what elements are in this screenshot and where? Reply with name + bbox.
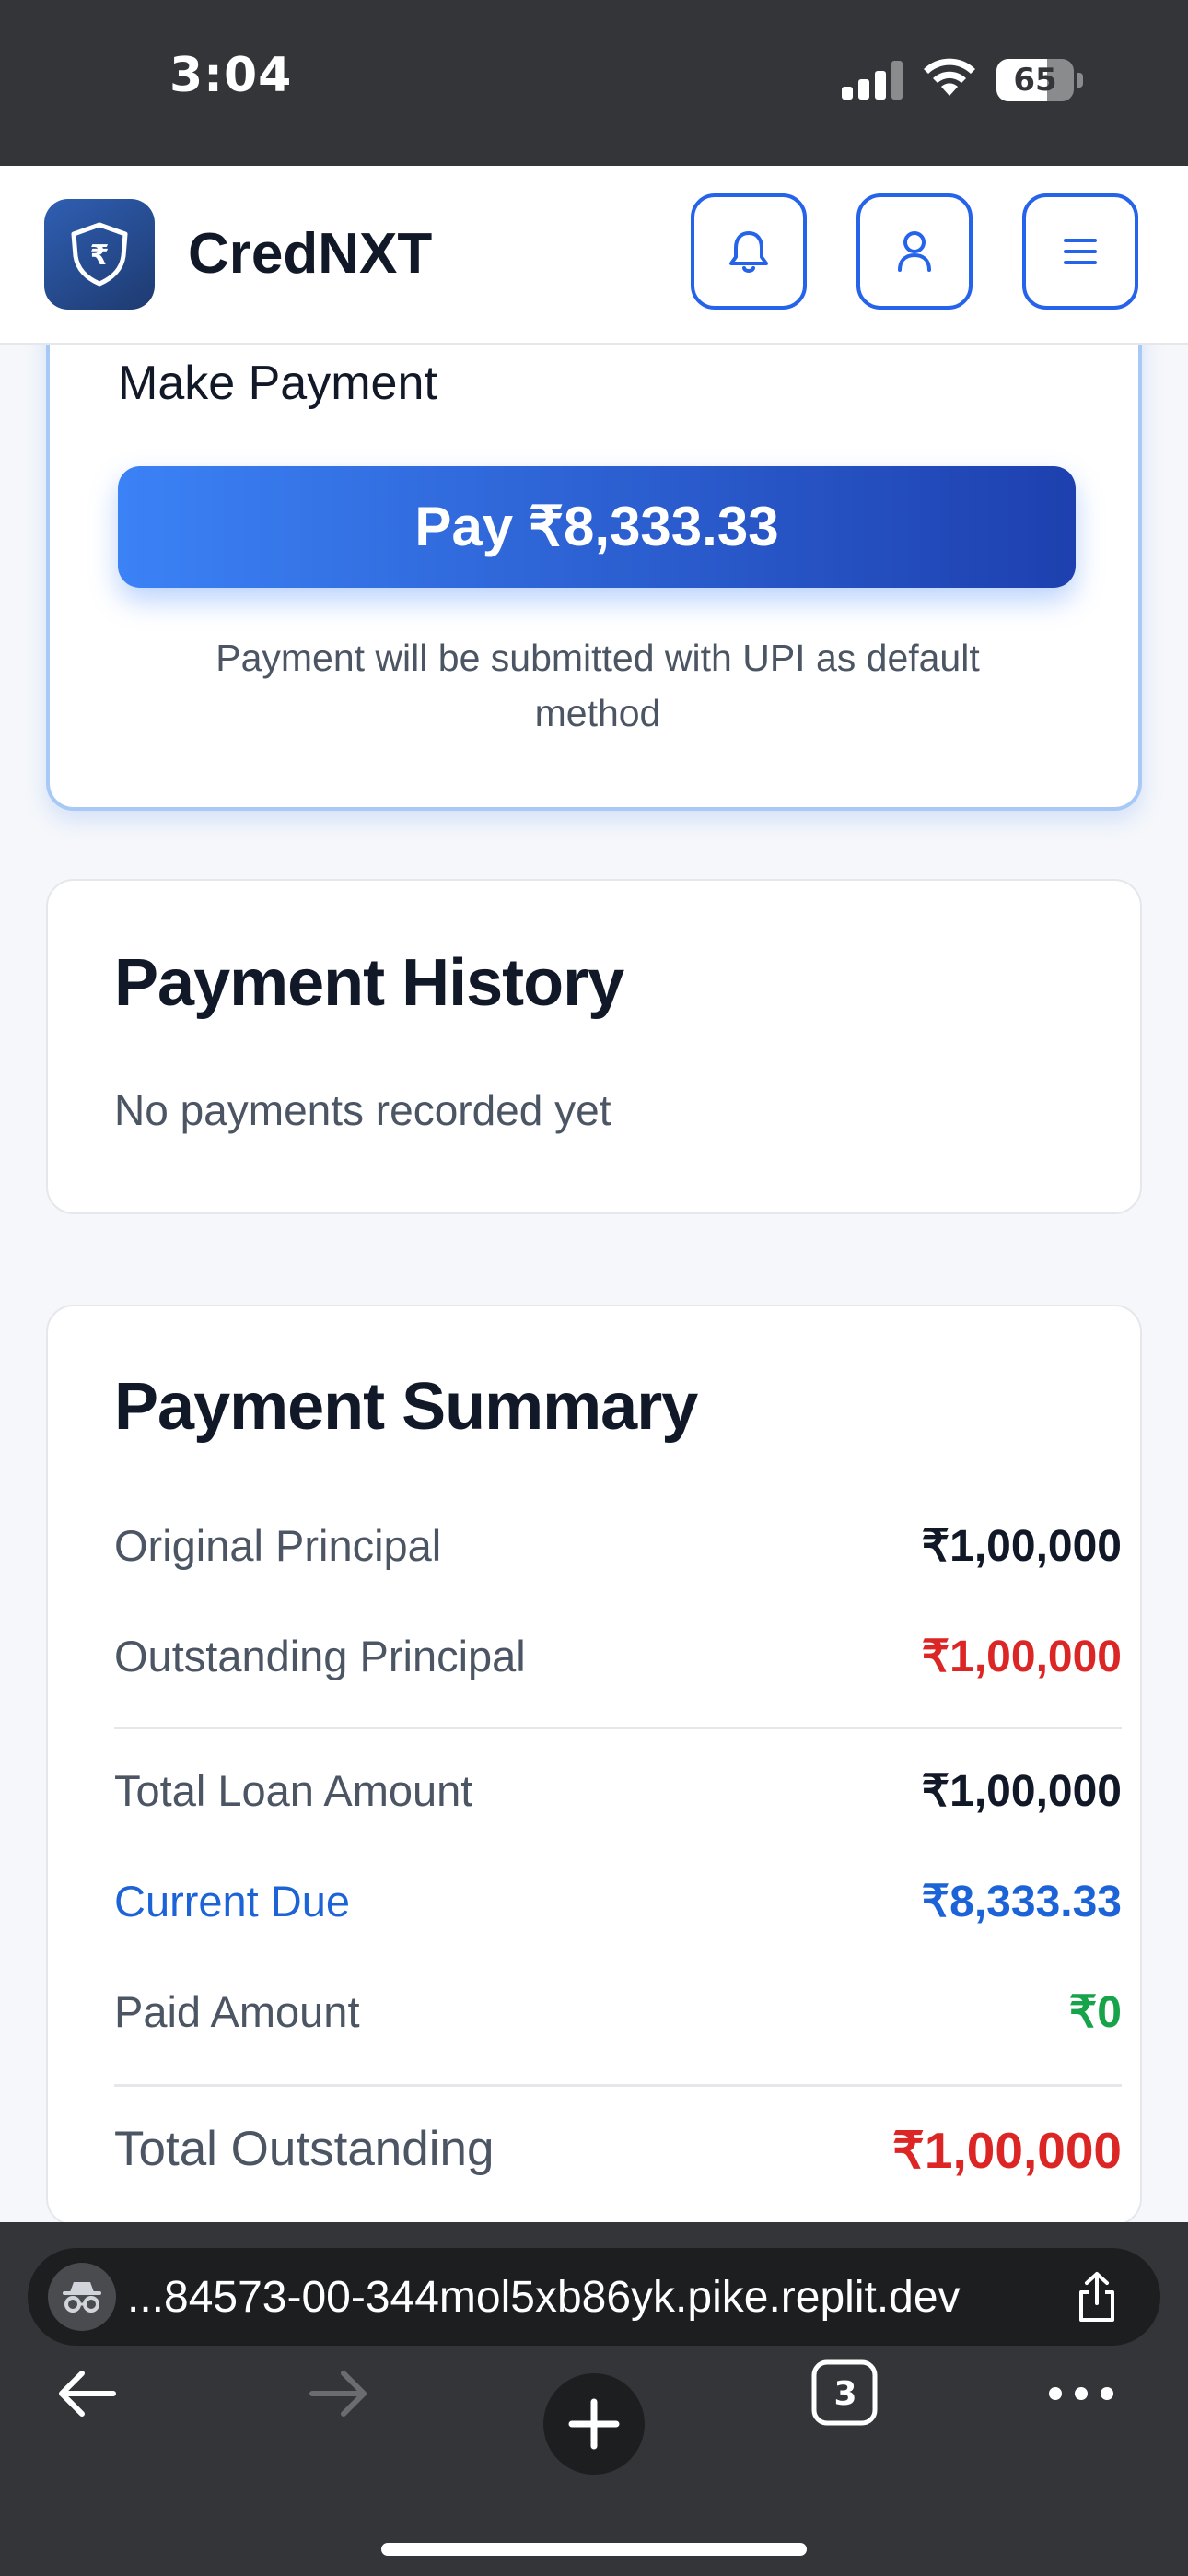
browser-toolbar: ...84573-00-344mol5xb86yk.pike.replit.de…: [0, 2222, 1188, 2576]
bell-icon: [729, 231, 768, 273]
summary-label: Paid Amount: [114, 1987, 360, 2036]
signal-icon: [842, 61, 903, 100]
summary-label: Original Principal: [114, 1521, 442, 1570]
menu-icon: [1064, 239, 1097, 264]
summary-value: ₹1,00,000: [921, 1633, 1122, 1681]
summary-row-current-due: Current Due ₹8,333.33: [114, 1876, 1122, 1931]
more-icon: [1049, 2387, 1113, 2400]
wifi-icon: [924, 58, 975, 96]
summary-label: Current Due: [114, 1877, 350, 1926]
url-text[interactable]: ...84573-00-344mol5xb86yk.pike.replit.de…: [127, 2272, 961, 2323]
summary-row-total-loan: Total Loan Amount ₹1,00,000: [114, 1765, 1122, 1821]
summary-value: ₹0: [1068, 1988, 1122, 2037]
app-logo[interactable]: ₹: [44, 199, 155, 310]
summary-value: ₹1,00,000: [891, 2122, 1122, 2179]
brand-name[interactable]: CredNXT: [188, 221, 432, 287]
tab-count: 3: [833, 2374, 857, 2413]
back-icon: [59, 2371, 116, 2417]
back-button[interactable]: [52, 2359, 122, 2429]
forward-button[interactable]: [304, 2359, 374, 2429]
summary-row-total-outstanding: Total Outstanding ₹1,00,000: [114, 2121, 1122, 2185]
summary-label: Total Loan Amount: [114, 1766, 473, 1815]
user-icon: [898, 231, 931, 272]
payment-method-note: Payment will be submitted with UPI as de…: [215, 637, 980, 734]
home-indicator[interactable]: [381, 2543, 807, 2556]
address-bar[interactable]: ...84573-00-344mol5xb86yk.pike.replit.de…: [28, 2248, 1160, 2346]
history-empty-text: No payments recorded yet: [114, 1086, 611, 1134]
share-icon[interactable]: [1072, 2270, 1122, 2324]
summary-row-original-principal: Original Principal ₹1,00,000: [114, 1520, 1122, 1575]
summary-value: ₹1,00,000: [921, 1767, 1122, 1816]
menu-button[interactable]: [1022, 193, 1138, 310]
more-button[interactable]: [1044, 2359, 1118, 2429]
payment-history-card: Payment History No payments recorded yet: [46, 879, 1142, 1214]
forward-icon: [309, 2371, 367, 2417]
private-browsing-icon[interactable]: [48, 2263, 116, 2331]
summary-value: ₹8,333.33: [921, 1878, 1122, 1926]
pay-button[interactable]: Pay ₹8,333.33: [118, 466, 1076, 588]
summary-label: Total Outstanding: [114, 2122, 495, 2176]
summary-value: ₹1,00,000: [921, 1522, 1122, 1571]
summary-row-outstanding-principal: Outstanding Principal ₹1,00,000: [114, 1631, 1122, 1686]
new-tab-icon: [568, 2398, 620, 2450]
payment-summary-title: Payment Summary: [114, 1370, 698, 1444]
profile-button[interactable]: [856, 193, 973, 310]
payment-summary-card: Payment Summary Original Principal ₹1,00…: [46, 1305, 1142, 2226]
summary-row-paid-amount: Paid Amount ₹0: [114, 1986, 1122, 2042]
make-payment-heading: Make Payment: [118, 357, 437, 410]
summary-label: Outstanding Principal: [114, 1632, 526, 1680]
battery-icon: 65: [996, 59, 1083, 101]
app-header: ₹ CredNXT: [0, 166, 1188, 345]
status-time: 3:04: [169, 48, 293, 103]
summary-divider: [114, 1727, 1122, 1729]
payment-history-title: Payment History: [114, 946, 624, 1020]
svg-text:₹: ₹: [90, 240, 110, 272]
summary-divider: [114, 2084, 1122, 2087]
rupee-shield-icon: ₹: [71, 222, 128, 287]
battery-level: 65: [1013, 62, 1057, 99]
tabs-button[interactable]: 3: [810, 2359, 880, 2429]
status-bar: 3:04 65: [0, 0, 1188, 166]
new-tab-button[interactable]: [543, 2373, 645, 2475]
notifications-button[interactable]: [691, 193, 807, 310]
